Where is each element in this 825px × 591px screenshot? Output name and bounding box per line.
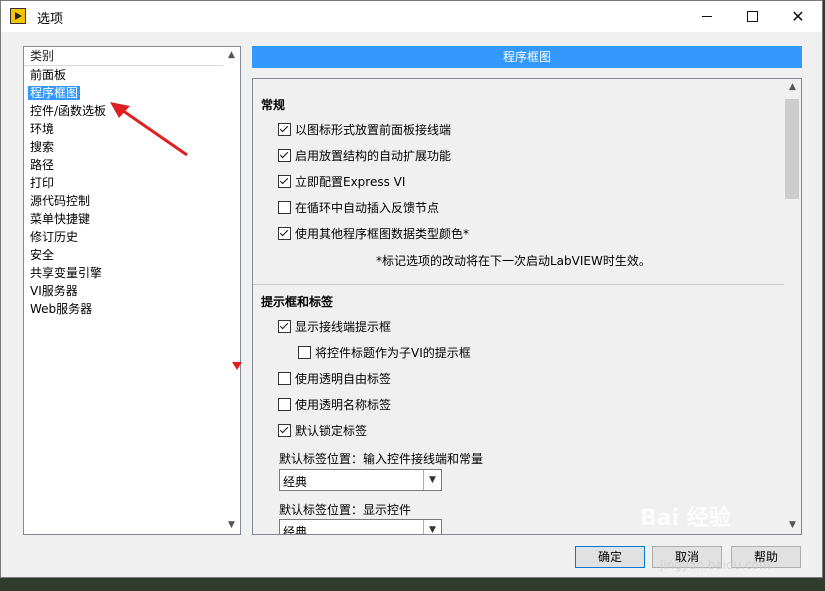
category-item-label: 安全 <box>30 248 55 262</box>
maximize-icon <box>746 10 758 22</box>
checkbox-label: 在循环中自动插入反馈节点 <box>295 201 440 215</box>
label-pos-input-label: 默认标签位置：输入控件接线端和常量 <box>279 452 484 466</box>
category-item-label: 路径 <box>30 158 55 172</box>
category-item[interactable]: 源代码控制 <box>24 192 223 210</box>
group-separator <box>253 284 784 285</box>
category-item[interactable]: 菜单快捷键 <box>24 210 223 228</box>
checkbox[interactable] <box>278 424 291 437</box>
label-pos-input-select[interactable]: 经典 ▼ <box>279 469 442 491</box>
checkbox-label: 使用透明自由标签 <box>295 372 392 386</box>
checkbox[interactable] <box>278 320 291 333</box>
checkbox-label: 使用透明名称标签 <box>295 398 392 412</box>
section-header: 程序框图 <box>252 46 802 68</box>
options-scrollbar[interactable]: ▲ ▼ <box>784 79 801 534</box>
minimize-button[interactable] <box>684 1 730 32</box>
checkbox[interactable] <box>278 175 291 188</box>
option-checkbox-row[interactable]: 使用透明名称标签 <box>278 397 391 413</box>
checkbox-label: 使用其他程序框图数据类型颜色* <box>295 227 470 241</box>
scrollbar-thumb[interactable] <box>785 99 799 199</box>
restart-note: *标记选项的改动将在下一次启动LabVIEW时生效。 <box>376 254 651 268</box>
option-checkbox-row[interactable]: 显示接线端提示框 <box>278 319 391 335</box>
checkbox-label: 立即配置Express VI <box>295 175 406 189</box>
option-checkbox-row[interactable]: 在循环中自动插入反馈节点 <box>278 200 439 216</box>
checkbox-label: 将控件标题作为子VI的提示框 <box>315 346 471 360</box>
option-checkbox-row[interactable]: 立即配置Express VI <box>278 174 405 190</box>
category-item-label: Web服务器 <box>30 302 93 316</box>
maximize-button[interactable] <box>729 1 775 32</box>
category-list-header: 类别 <box>24 47 223 66</box>
option-checkbox-row[interactable]: 使用透明自由标签 <box>278 371 391 387</box>
minimize-icon <box>702 15 712 17</box>
splitter-marker-icon[interactable] <box>232 362 242 370</box>
category-item[interactable]: VI服务器 <box>24 282 223 300</box>
category-item-label: VI服务器 <box>30 284 78 298</box>
checkbox-label: 启用放置结构的自动扩展功能 <box>295 149 452 163</box>
label-pos-input-value: 经典 <box>283 475 308 489</box>
category-scrollbar[interactable]: ▲ ▼ <box>223 47 240 534</box>
watermark-url: jingyan.baidu.com <box>660 558 771 572</box>
category-item-label: 搜索 <box>30 140 55 154</box>
scroll-down-arrow-icon[interactable]: ▼ <box>784 517 801 534</box>
close-icon: ✕ <box>791 7 805 26</box>
option-checkbox-row[interactable]: 默认锁定标签 <box>278 423 367 439</box>
chevron-down-icon[interactable]: ▼ <box>423 470 441 490</box>
category-item-label: 菜单快捷键 <box>30 212 91 226</box>
checkbox[interactable] <box>278 201 291 214</box>
chevron-down-icon[interactable]: ▼ <box>423 520 441 534</box>
category-item-label: 修订历史 <box>30 230 79 244</box>
options-panel: 常规 *标记选项的改动将在下一次启动LabVIEW时生效。 提示框和标签 默认标… <box>252 78 802 535</box>
category-item-label: 源代码控制 <box>30 194 91 208</box>
checkbox[interactable] <box>278 372 291 385</box>
scroll-up-arrow-icon[interactable]: ▲ <box>223 47 240 64</box>
category-item-label: 环境 <box>30 122 55 136</box>
labview-app-icon <box>10 8 26 24</box>
checkbox-label: 以图标形式放置前面板接线端 <box>295 123 452 137</box>
category-item[interactable]: 修订历史 <box>24 228 223 246</box>
category-item-label: 前面板 <box>30 68 67 82</box>
category-item[interactable]: Web服务器 <box>24 300 223 318</box>
label-pos-display-label: 默认标签位置：显示控件 <box>279 503 412 517</box>
close-button[interactable]: ✕ <box>775 1 821 32</box>
option-checkbox-row[interactable]: 以图标形式放置前面板接线端 <box>278 122 451 138</box>
checkbox[interactable] <box>278 398 291 411</box>
category-item[interactable]: 共享变量引擎 <box>24 264 223 282</box>
ok-button[interactable]: 确定 <box>575 546 645 568</box>
checkbox-label: 默认锁定标签 <box>295 424 368 438</box>
category-item[interactable]: 打印 <box>24 174 223 192</box>
options-panel-body: 常规 *标记选项的改动将在下一次启动LabVIEW时生效。 提示框和标签 默认标… <box>253 79 784 534</box>
option-checkbox-row[interactable]: 使用其他程序框图数据类型颜色* <box>278 226 469 242</box>
window-title: 选项 <box>37 12 64 27</box>
scroll-up-arrow-icon[interactable]: ▲ <box>784 79 801 96</box>
checkbox-label: 显示接线端提示框 <box>295 320 392 334</box>
annotation-arrow-icon <box>110 102 188 157</box>
title-bar: 选项 ✕ <box>1 1 822 32</box>
category-item[interactable]: 安全 <box>24 246 223 264</box>
watermark-logo: Bai 经验 <box>640 506 731 531</box>
option-checkbox-row[interactable]: 启用放置结构的自动扩展功能 <box>278 148 451 164</box>
category-item-label: 控件/函数选板 <box>30 104 107 118</box>
category-item[interactable]: 前面板 <box>24 66 223 84</box>
scroll-down-arrow-icon[interactable]: ▼ <box>223 517 240 534</box>
category-item-label: 共享变量引擎 <box>30 266 103 280</box>
checkbox[interactable] <box>298 346 311 359</box>
label-pos-display-select[interactable]: 经典 ▼ <box>279 519 442 535</box>
option-checkbox-row[interactable]: 将控件标题作为子VI的提示框 <box>298 345 471 361</box>
category-items: 类别 前面板程序框图控件/函数选板 环境搜索路径打印源代码控制菜单快捷键修订历史安… <box>24 47 223 318</box>
category-item-label: 打印 <box>30 176 55 190</box>
tips-group-title: 提示框和标签 <box>261 295 334 309</box>
checkbox[interactable] <box>278 227 291 240</box>
label-pos-display-value: 经典 <box>283 525 308 535</box>
checkbox[interactable] <box>278 123 291 136</box>
general-group-title: 常规 <box>261 98 286 112</box>
category-item-label: 程序框图 <box>28 86 81 100</box>
checkbox[interactable] <box>278 149 291 162</box>
